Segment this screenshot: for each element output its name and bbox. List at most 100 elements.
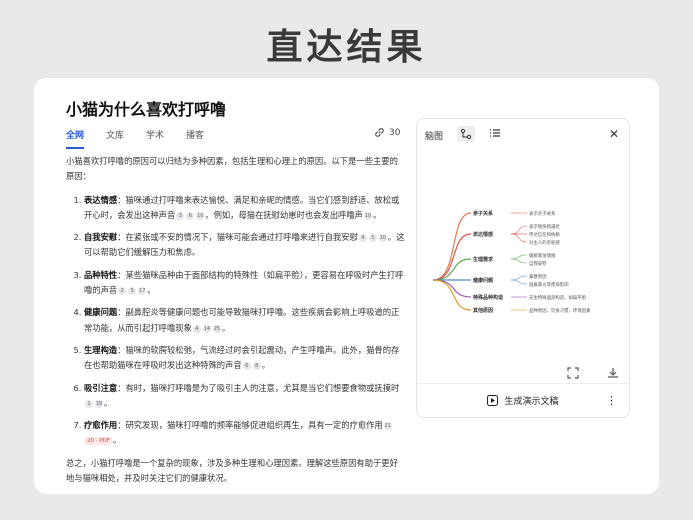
source-count: 30: [389, 127, 401, 138]
page-banner: 直达结果: [266, 27, 427, 68]
mindmap-branch: 其他原因: [473, 307, 493, 314]
tab-library[interactable]: 文库: [106, 128, 124, 149]
citation-badge[interactable]: 10: [196, 211, 205, 220]
citation-badge[interactable]: 25: [212, 324, 221, 333]
generate-presentation-button[interactable]: 生成演示文稿 ⋮: [417, 383, 629, 417]
reason-item: 表达情感：猫咪通过打呼噜来表达愉悦、满足和亲昵的情感。当它们感到舒适、放松或开心…: [84, 193, 406, 224]
mindmap-leaf-line: [510, 279, 528, 285]
citation-badge[interactable]: 5: [368, 234, 377, 243]
citation-badge[interactable]: 17: [138, 287, 147, 296]
reason-title: 吸引注意: [84, 382, 118, 393]
mindmap-branch: 健康问题: [473, 277, 494, 284]
tab-academic[interactable]: 学术: [146, 128, 164, 149]
citation-badge[interactable]: 14: [202, 324, 211, 333]
download-icon[interactable]: [607, 367, 619, 382]
mindmap-leaf: 副鼻窦炎等疾病影响: [529, 281, 569, 288]
citation-badge[interactable]: 10: [363, 211, 372, 220]
mindmap-leaf: 品种原因、饮食习惯、环境因素: [529, 307, 591, 314]
mindmap-leaf: 鼻塞原因: [529, 273, 547, 280]
reason-text: ：研究发现，猫咪打呼噜的频率能够促进组织再生，具有一定的疗愈作用: [117, 420, 383, 431]
close-icon[interactable]: ✕: [609, 127, 619, 141]
mindmap-leaf-line: [510, 254, 528, 260]
tree-icon: [460, 128, 472, 140]
sources-button[interactable]: 30: [374, 127, 400, 138]
mindmap-panel: 脑图 ✕ 亲子关系 表示亲子关系表达情感 表示愉快和满足 传达信任和依赖 对主人的亲昵感…: [416, 118, 630, 418]
citation-badge[interactable]: 3: [176, 211, 185, 220]
reason-item: 自我安慰：在紧张或不安的情况下，猫咪可能会通过打呼噜来进行自我安慰4510。这可…: [84, 230, 406, 261]
mindmap-label: 脑图: [425, 132, 444, 142]
citation-badge[interactable]: 1: [85, 399, 93, 408]
mindmap-branch: 生理需求: [473, 256, 494, 263]
link-icon: [375, 128, 384, 137]
mindmap-leaf: 表示亲子关系: [529, 210, 556, 217]
reason-item: 品种特性：某些猫咪品种由于面部结构的特殊性（如扁平脸），更容易在呼吸时产生打呼噜…: [84, 268, 406, 299]
reason-item: 吸引注意：有时，猫咪打呼噜是为了吸引主人的注意，尤其是当它们想要食物或抚摸时 11…: [84, 381, 406, 412]
citation-badge[interactable]: 10: [378, 234, 387, 243]
answer-card: 小猫为什么喜欢打呼噜 全网 文库 学术 播客 30 小猫喜欢打呼噜的原因可以归结…: [34, 78, 659, 494]
citation-badge[interactable]: 6: [242, 362, 251, 371]
play-icon: [487, 395, 499, 406]
question-title: 小猫为什么喜欢打呼噜: [66, 100, 227, 119]
mindmap-branch: 亲子关系: [473, 210, 493, 217]
citation-badge[interactable]: 18: [95, 399, 103, 408]
mindmap-leaf: 对主人的亲昵感: [529, 239, 560, 246]
reason-text-cont: 。: [104, 397, 113, 408]
mindmap-branch-line: [432, 233, 472, 281]
answer-summary: 总之，小猫打呼噜是一个复杂的现象，涉及多种生理和心理因素。理解这些原因有助于更好…: [66, 457, 398, 484]
mindmap-leaf-line: [510, 258, 528, 264]
reason-end: 。: [372, 209, 382, 220]
tab-podcast[interactable]: 播客: [186, 128, 204, 149]
reason-text-cont: 。: [221, 322, 231, 333]
reason-text: ：有时，猫咪打呼噜是为了吸引主人的注意，尤其是当它们想要食物或抚摸时: [117, 382, 400, 393]
reason-text-cont: 。: [261, 360, 270, 371]
mindmap-branch: 表达情感: [472, 231, 493, 238]
mindmap-leaf: 缓解紧张情绪: [529, 252, 556, 259]
reason-title: 自我安慰: [84, 232, 118, 243]
reason-text-cont: 。: [147, 285, 156, 296]
mindmap-branch-line: [432, 279, 472, 311]
reason-text: ：猫咪的软腭较松弛，气流经过时会引起震动，产生呼噜声。此外，猫骨的存在也帮助猫咪…: [84, 344, 400, 371]
mindmap-view-button[interactable]: [457, 126, 475, 142]
fullscreen-icon[interactable]: [567, 367, 579, 382]
reason-title: 品种特性: [84, 269, 118, 280]
more-icon[interactable]: ⋮: [606, 394, 617, 407]
mindmap-branch-line: [432, 212, 472, 281]
reason-text-cont: 。例如，母猫在抚慰幼崽时也会发出呼噜声: [205, 209, 363, 220]
source-tabs: 全网 文库 学术 播客: [66, 128, 226, 149]
mindmap-branch-line: [432, 279, 472, 298]
mindmap-leaf-line: [510, 233, 528, 243]
mindmap-leaf-line: [510, 275, 528, 281]
pdf-citation-badge[interactable]: 20 · PDF: [84, 437, 113, 446]
citation-badge[interactable]: 5: [128, 287, 137, 296]
tab-all[interactable]: 全网: [66, 128, 85, 149]
citation-badge[interactable]: 2: [118, 287, 127, 296]
generate-presentation-label: 生成演示文稿: [504, 397, 559, 407]
reason-text: ：副鼻腔炎等健康问题也可能导致猫咪打呼噜。这些疾病会影响上呼吸道的正常功能，从而…: [84, 307, 400, 333]
list-icon: [490, 129, 500, 137]
reason-item: 健康问题：副鼻腔炎等健康问题也可能导致猫咪打呼噜。这些疾病会影响上呼吸道的正常功…: [84, 305, 406, 336]
citation-badge[interactable]: 4: [192, 324, 201, 333]
mindmap-leaf: 自我安慰: [529, 260, 547, 267]
mindmap-leaf: 天生特殊面部构造，如扁平脸: [529, 294, 587, 301]
answer-intro: 小猫喜欢打呼噜的原因可以归结为多种因素，包括生理和心理上的原因。以下是一些主要的…: [66, 156, 398, 182]
citation-badge[interactable]: 4: [358, 234, 367, 243]
mindmap-diagram: 亲子关系 表示亲子关系表达情感 表示愉快和满足传达信任和依赖对主人的亲昵感生理需求 缓…: [432, 210, 591, 314]
reason-title: 生理构造: [84, 344, 118, 355]
mindmap-leaf: 传达信任和依赖: [529, 231, 560, 238]
reason-item: 生理构造：猫咪的软腭较松弛，气流经过时会引起震动，产生呼噜声。此外，猫骨的存在也…: [84, 343, 406, 374]
mindmap-branch: 特殊品种构造: [473, 294, 504, 301]
mindmap-leaf: 表示愉快和满足: [529, 223, 560, 230]
citation-badge[interactable]: 21: [383, 422, 392, 431]
reason-title: 表达情感: [84, 194, 118, 205]
answer-body: 小猫喜欢打呼噜的原因可以归结为多种因素，包括生理和心理上的原因。以下是一些主要的…: [66, 154, 406, 494]
outline-view-button[interactable]: [489, 127, 501, 142]
reason-title: 健康问题: [84, 307, 118, 318]
reason-title: 疗愈作用: [84, 420, 118, 431]
mindmap-leaf-line: [510, 225, 528, 235]
reason-list: 表达情感：猫咪通过打呼噜来表达愉悦、满足和亲昵的情感。当它们感到舒适、放松或开心…: [66, 193, 406, 449]
reason-end: 。: [112, 435, 122, 446]
citation-badge[interactable]: 6: [186, 211, 195, 220]
reason-item: 疗愈作用：研究发现，猫咪打呼噜的频率能够促进组织再生，具有一定的疗愈作用21 20…: [84, 418, 406, 449]
reason-text: ：在紧张或不安的情况下，猫咪可能会通过打呼噜来进行自我安慰: [117, 232, 358, 243]
citation-badge[interactable]: 8: [252, 362, 261, 371]
